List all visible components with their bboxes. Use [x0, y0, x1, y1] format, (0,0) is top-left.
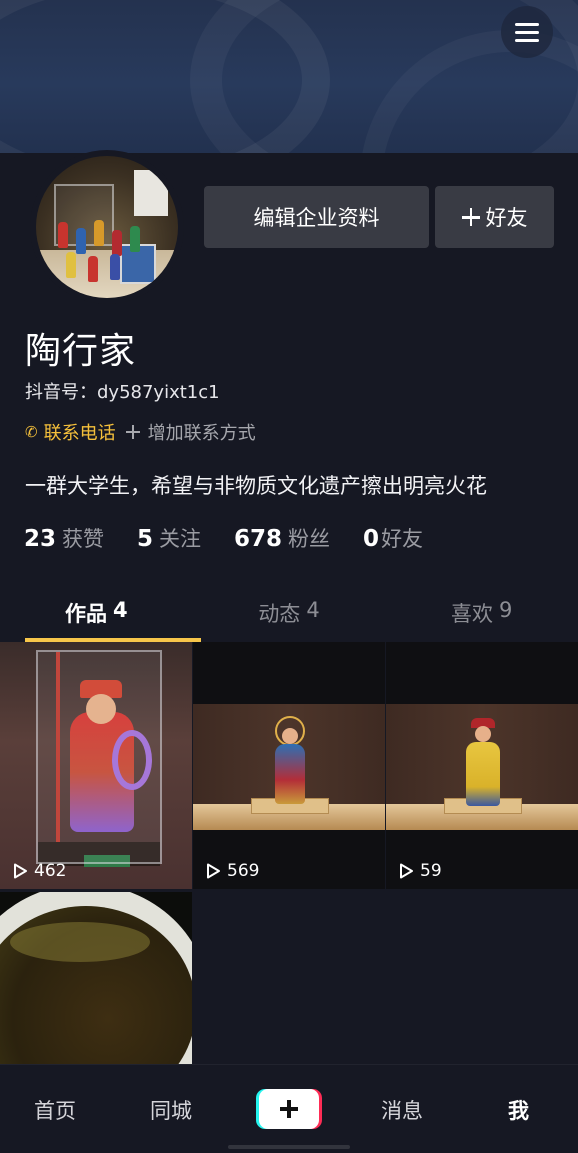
- tab-count: 4: [113, 598, 128, 622]
- phone-icon: ✆: [25, 423, 38, 441]
- profile-banner: [0, 0, 578, 153]
- plus-icon: [461, 208, 480, 226]
- nav-home[interactable]: 首页: [34, 1095, 76, 1125]
- video-thumbnail[interactable]: 569: [193, 642, 385, 889]
- plus-icon: [280, 1100, 298, 1118]
- video-thumbnail[interactable]: 59: [386, 642, 578, 889]
- nav-messages[interactable]: 消息: [381, 1095, 423, 1125]
- add-contact-link[interactable]: 增加联系方式: [125, 419, 256, 445]
- home-indicator: [228, 1145, 350, 1149]
- profile-stats: 23 获赞 5 关注 678 粉丝 0 好友: [24, 523, 423, 559]
- video-view-count: 569: [203, 861, 259, 881]
- add-friend-button[interactable]: 好友: [435, 186, 554, 248]
- profile-bio: 一群大学生，希望与非物质文化遗产擦出明亮火花: [25, 474, 487, 498]
- stat-label: 好友: [381, 527, 424, 551]
- stat-friends[interactable]: 0 好友: [363, 523, 423, 553]
- play-icon: [400, 863, 413, 879]
- add-contact-label: 增加联系方式: [147, 423, 256, 444]
- contact-row: ✆ 联系电话 增加联系方式: [25, 419, 256, 445]
- video-view-count: 59: [396, 861, 442, 881]
- stat-value: 0: [363, 526, 380, 552]
- view-count-text: 59: [420, 861, 442, 881]
- bottom-navigation: 首页 同城 消息 我: [0, 1064, 578, 1153]
- video-view-count: 462: [10, 861, 66, 881]
- tab-count: 9: [498, 598, 513, 622]
- stat-likes: 23 获赞: [24, 523, 104, 553]
- stat-value: 5: [137, 526, 154, 552]
- tab-likes[interactable]: 喜欢 9: [385, 588, 578, 642]
- video-thumbnail[interactable]: 462: [0, 642, 192, 889]
- tab-label: 作品: [65, 602, 108, 626]
- tab-count: 4: [306, 598, 320, 622]
- hamburger-menu-icon[interactable]: [501, 6, 553, 58]
- view-count-text: 569: [227, 861, 260, 881]
- profile-page: 编辑企业资料 好友 陶行家 抖音号：dy587yixt1c1 ✆ 联系电话 增加…: [0, 0, 578, 1153]
- douyin-id: 抖音号：dy587yixt1c1: [25, 382, 220, 403]
- tab-posts[interactable]: 动态 4: [193, 588, 386, 642]
- plus-icon: [125, 425, 140, 439]
- nav-nearby[interactable]: 同城: [150, 1095, 192, 1125]
- profile-name: 陶行家: [25, 331, 137, 372]
- stat-label: 获赞: [62, 527, 105, 551]
- play-icon: [14, 863, 27, 879]
- play-icon: [207, 863, 220, 879]
- stat-followers[interactable]: 678 粉丝: [234, 523, 330, 553]
- add-friend-label: 好友: [485, 206, 528, 230]
- stat-following[interactable]: 5 关注: [137, 523, 201, 553]
- tab-label: 动态: [258, 602, 301, 626]
- view-count-text: 462: [34, 861, 67, 881]
- tab-label: 喜欢: [450, 602, 493, 626]
- create-video-button[interactable]: [256, 1089, 322, 1129]
- avatar[interactable]: [30, 150, 184, 304]
- profile-tabs: 作品 4 动态 4 喜欢 9: [0, 588, 578, 642]
- edit-business-profile-button[interactable]: 编辑企业资料: [204, 186, 429, 248]
- edit-business-profile-label: 编辑企业资料: [253, 206, 380, 230]
- tab-works[interactable]: 作品 4: [0, 588, 201, 642]
- nav-me[interactable]: 我: [508, 1095, 529, 1125]
- stat-value: 678: [234, 526, 283, 552]
- stat-label: 粉丝: [288, 527, 331, 551]
- stat-value: 23: [24, 526, 57, 552]
- contact-phone-link[interactable]: 联系电话: [44, 419, 116, 445]
- stat-label: 关注: [159, 527, 202, 551]
